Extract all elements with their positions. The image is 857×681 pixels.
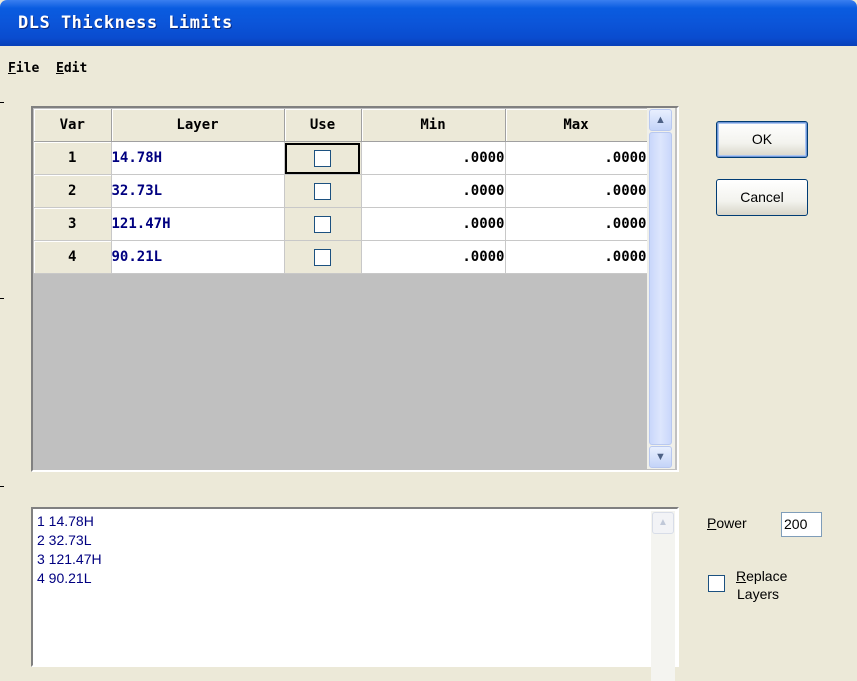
use-cell[interactable]: [284, 174, 362, 208]
row-var-cell[interactable]: 2: [34, 174, 112, 208]
replace-layers-label[interactable]: Replace Layers: [736, 567, 787, 603]
menu-bar: File Edit: [0, 46, 857, 90]
min-cell[interactable]: .0000: [361, 207, 506, 241]
use-checkbox[interactable]: [314, 149, 331, 167]
menu-edit[interactable]: Edit: [56, 61, 87, 76]
use-checkbox[interactable]: [314, 182, 331, 200]
grid-row: 3 121.47H .0000 .0000: [34, 207, 648, 241]
power-input[interactable]: 200: [781, 512, 822, 537]
scroll-down-arrow-icon[interactable]: ▼: [649, 446, 672, 468]
cancel-button[interactable]: Cancel: [716, 179, 808, 216]
layer-cell[interactable]: 90.21L: [111, 240, 285, 274]
row-var-cell[interactable]: 1: [34, 141, 112, 175]
use-cell[interactable]: [284, 207, 362, 241]
header-use[interactable]: Use: [284, 109, 362, 142]
min-cell[interactable]: .0000: [361, 174, 506, 208]
scroll-up-arrow-icon[interactable]: ▲: [649, 109, 672, 131]
header-min[interactable]: Min: [361, 109, 506, 142]
use-cell[interactable]: [284, 240, 362, 274]
max-cell[interactable]: .0000: [505, 207, 648, 241]
use-cell[interactable]: [284, 141, 362, 175]
edge-mark: [0, 102, 4, 103]
edge-mark: [0, 486, 4, 487]
layer-cell[interactable]: 121.47H: [111, 207, 285, 241]
header-layer[interactable]: Layer: [111, 109, 285, 142]
list-item[interactable]: 3 121.47H: [37, 550, 102, 569]
thickness-grid[interactable]: Var Layer Use Min Max 1 14.78H .0000 .00…: [31, 106, 679, 472]
edge-mark: [0, 298, 4, 299]
row-var-cell[interactable]: 3: [34, 207, 112, 241]
menu-file[interactable]: File: [8, 61, 39, 76]
min-cell[interactable]: .0000: [361, 240, 506, 274]
max-cell[interactable]: .0000: [505, 141, 648, 175]
title-bar[interactable]: DLS Thickness Limits: [0, 0, 857, 46]
layer-cell[interactable]: 14.78H: [111, 141, 285, 175]
row-var-cell[interactable]: 4: [34, 240, 112, 274]
header-max[interactable]: Max: [505, 109, 648, 142]
list-item[interactable]: 1 14.78H: [37, 512, 102, 531]
max-cell[interactable]: .0000: [505, 240, 648, 274]
ok-button[interactable]: OK: [716, 121, 808, 158]
max-cell[interactable]: .0000: [505, 174, 648, 208]
list-item[interactable]: 2 32.73L: [37, 531, 102, 550]
scroll-up-arrow-icon[interactable]: ▲: [652, 512, 674, 534]
grid-row: 4 90.21L .0000 .0000: [34, 240, 648, 274]
layer-list[interactable]: 1 14.78H 2 32.73L 3 121.47H 4 90.21L ▲: [31, 507, 679, 681]
grid-row: 2 32.73L .0000 .0000: [34, 174, 648, 208]
power-label: Power: [707, 515, 747, 531]
grid-row: 1 14.78H .0000 .0000: [34, 141, 648, 175]
grid-scrollbar[interactable]: ▲ ▼: [647, 108, 675, 469]
grid-table: Var Layer Use Min Max 1 14.78H .0000 .00…: [34, 109, 648, 274]
window-title: DLS Thickness Limits: [18, 13, 233, 33]
replace-layers-checkbox[interactable]: [708, 575, 725, 592]
use-checkbox[interactable]: [314, 248, 331, 266]
layer-cell[interactable]: 32.73L: [111, 174, 285, 208]
list-item[interactable]: 4 90.21L: [37, 569, 102, 588]
header-var[interactable]: Var: [34, 109, 112, 142]
min-cell[interactable]: .0000: [361, 141, 506, 175]
use-checkbox[interactable]: [314, 215, 331, 233]
list-scrollbar[interactable]: ▲: [651, 511, 675, 681]
grid-scroll-thumb[interactable]: [649, 132, 672, 445]
